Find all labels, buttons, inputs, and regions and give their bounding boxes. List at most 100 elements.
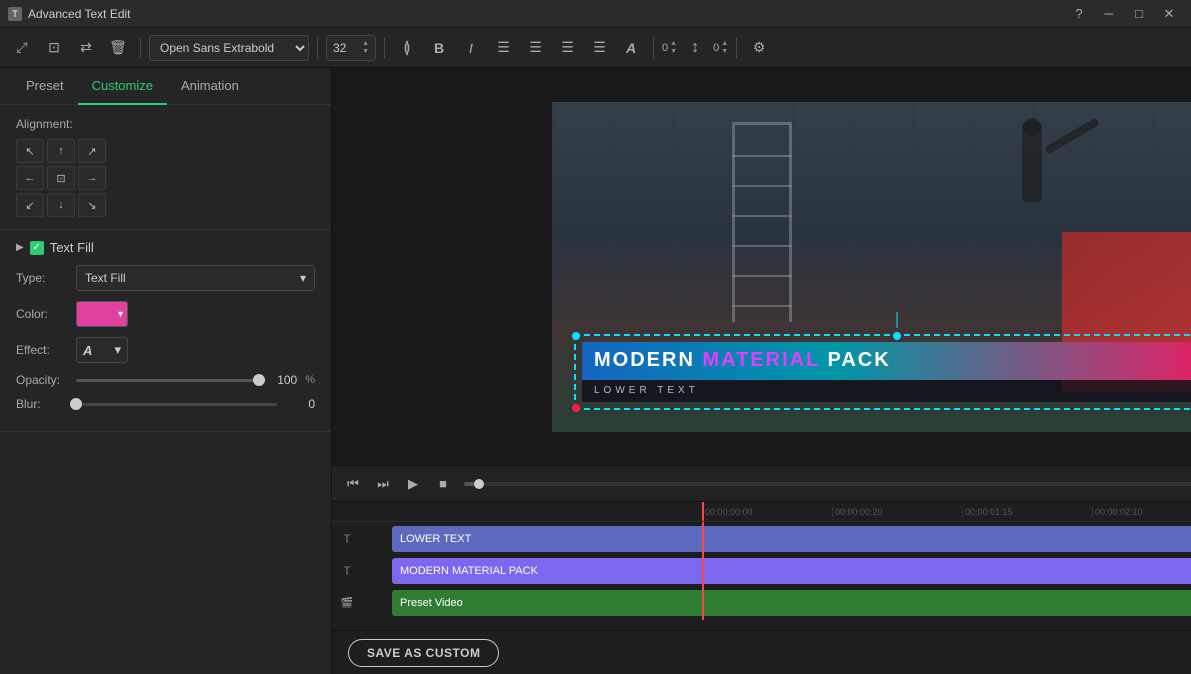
align-middle-center-button[interactable]: ⊡ — [47, 166, 75, 190]
resize-handle-top — [897, 312, 898, 328]
playhead-ruler-line — [702, 502, 704, 521]
blur-label: Blur: — [16, 397, 76, 411]
save-as-custom-button[interactable]: SAVE AS CUSTOM — [348, 639, 499, 667]
ruler-marks-container: 00:00:00:00 00:00:00:20 00:00:01:15 00:0… — [702, 507, 1191, 517]
minimize-button[interactable]: ─ — [1095, 3, 1123, 25]
align-top-right-button[interactable]: ↗ — [78, 139, 106, 163]
playback-progress[interactable] — [464, 482, 1191, 486]
clip-main-text-label: MODERN MATERIAL PACK — [400, 565, 538, 577]
main-text-bar: MODERN MATERIAL PACK — [582, 342, 1191, 380]
main-text-pack: PACK — [820, 349, 891, 371]
effect-dropdown[interactable]: A ▾ — [76, 337, 128, 363]
toolbar-divider-1 — [140, 38, 141, 58]
align-bottom-right-button[interactable]: ↘ — [78, 193, 106, 217]
maximize-button[interactable]: □ — [1125, 3, 1153, 25]
scale-down-button[interactable]: ▼ — [721, 48, 728, 55]
font-size-up-button[interactable]: ▲ — [362, 40, 369, 47]
effect-value: A — [83, 343, 92, 358]
rotate-down-button[interactable]: ▼ — [670, 48, 677, 55]
tab-preset[interactable]: Preset — [12, 68, 78, 105]
app-icon: T — [8, 7, 22, 21]
scale-icon-button[interactable]: ↕ — [681, 34, 709, 62]
align-bottom-left-button[interactable]: ↙ — [16, 193, 44, 217]
tab-customize[interactable]: Customize — [78, 68, 167, 105]
step-back-button[interactable]: ⏭ — [370, 471, 396, 497]
transport-bar: ⏮ ⏭ ▶ ■ 00:00:00:000/00:00:05:00 − + — [332, 466, 1191, 502]
toolbar-divider-5 — [736, 38, 737, 58]
scale-value: 0 — [713, 42, 719, 54]
align-right-button[interactable]: ☰ — [553, 34, 581, 62]
bold-button[interactable]: B — [425, 34, 453, 62]
blur-slider[interactable] — [76, 403, 277, 406]
settings-button[interactable]: ⚙ — [745, 34, 773, 62]
rotate-value: 0 — [662, 42, 668, 54]
play-button[interactable]: ▶ — [400, 471, 426, 497]
toolbar-divider-2 — [317, 38, 318, 58]
track-icon-video: 🎬 — [332, 598, 362, 609]
type-dropdown-arrow: ▾ — [300, 271, 306, 285]
font-size-control: 32 ▲ ▼ — [326, 35, 376, 61]
opacity-slider[interactable] — [76, 379, 259, 382]
track-row-video: 🎬 Preset Video — [332, 588, 1191, 618]
handle-tl — [572, 332, 580, 340]
ladder-prop — [732, 122, 792, 322]
clip-main-text[interactable]: MODERN MATERIAL PACK — [392, 558, 1191, 584]
timeline-ruler: 00:00:00:00 00:00:00:20 00:00:01:15 00:0… — [332, 502, 1191, 522]
italic-button[interactable]: I — [457, 34, 485, 62]
text-overlay-area: MODERN MATERIAL PACK LOWER TEXT — [582, 342, 1191, 402]
font-size-value: 32 — [333, 41, 346, 55]
sub-text-bar: LOWER TEXT — [582, 380, 1191, 402]
clip-lower-text-label: LOWER TEXT — [400, 533, 471, 545]
text-fill-section: ▶ ✓ Text Fill Type: Text Fill ▾ Color: ▾ — [0, 230, 331, 432]
athlete-figure — [1022, 122, 1042, 136]
video-preview: MODERN MATERIAL PACK LOWER TEXT — [332, 68, 1191, 465]
align-center-button[interactable]: ☰ — [521, 34, 549, 62]
title-bar: T Advanced Text Edit ? ─ □ ✕ — [0, 0, 1191, 28]
text-spacing-button[interactable]: ≬ — [393, 34, 421, 62]
stop-button[interactable]: ■ — [430, 471, 456, 497]
color-label: Color: — [16, 307, 76, 321]
text-style-button[interactable]: A — [617, 34, 645, 62]
crop-tool-button[interactable]: ⊡ — [40, 34, 68, 62]
font-size-down-button[interactable]: ▼ — [362, 48, 369, 55]
clip-video-label[interactable]: Preset Video — [392, 590, 1191, 616]
video-canvas: MODERN MATERIAL PACK LOWER TEXT — [552, 102, 1191, 432]
flip-tool-button[interactable]: ⇄ — [72, 34, 100, 62]
track-clip-lower[interactable]: LOWER TEXT — [392, 526, 1191, 552]
track-clip-main[interactable]: MODERN MATERIAL PACK — [392, 558, 1191, 584]
skip-back-button[interactable]: ⏮ — [340, 471, 366, 497]
delete-tool-button[interactable]: 🗑 — [104, 34, 132, 62]
bottom-bar: SAVE AS CUSTOM OK CANCEL — [332, 630, 1191, 674]
rotate-up-button[interactable]: ▲ — [670, 40, 677, 47]
align-top-center-button[interactable]: ↑ — [47, 139, 75, 163]
align-justify-button[interactable]: ☰ — [585, 34, 613, 62]
align-middle-left-button[interactable]: ← — [16, 166, 44, 190]
font-family-select[interactable]: Open Sans Extrabold — [149, 35, 309, 61]
gym-background: MODERN MATERIAL PACK LOWER TEXT — [552, 102, 1191, 432]
text-fill-checkbox[interactable]: ✓ — [30, 241, 44, 255]
toolbar-divider-4 — [653, 38, 654, 58]
type-dropdown[interactable]: Text Fill ▾ — [76, 265, 315, 291]
help-button[interactable]: ? — [1065, 3, 1093, 25]
scale-up-button[interactable]: ▲ — [721, 40, 728, 47]
track-icon-t1: T — [332, 532, 362, 546]
align-middle-right-button[interactable]: → — [78, 166, 106, 190]
align-bottom-center-button[interactable]: ↓ — [47, 193, 75, 217]
text-fill-collapse-arrow[interactable]: ▶ — [16, 242, 24, 253]
main-text: MODERN MATERIAL PACK — [594, 349, 891, 372]
align-top-left-button[interactable]: ↖ — [16, 139, 44, 163]
toolbar-divider-3 — [384, 38, 385, 58]
color-swatch[interactable]: ▾ — [76, 301, 128, 327]
ruler-mark-0: 00:00:00:00 — [702, 507, 832, 517]
type-label: Type: — [16, 271, 76, 285]
text-fill-title: Text Fill — [50, 240, 94, 255]
transform-tool-button[interactable]: ⤢ — [8, 34, 36, 62]
clip-lower-text[interactable]: LOWER TEXT — [392, 526, 1191, 552]
track-clip-video[interactable]: Preset Video — [392, 590, 1191, 616]
tab-animation[interactable]: Animation — [167, 68, 253, 105]
close-button[interactable]: ✕ — [1155, 3, 1183, 25]
blur-row: Blur: 0 — [16, 397, 315, 411]
alignment-label: Alignment: — [16, 117, 315, 131]
opacity-value: 100 — [267, 373, 297, 387]
align-left-button[interactable]: ☰ — [489, 34, 517, 62]
